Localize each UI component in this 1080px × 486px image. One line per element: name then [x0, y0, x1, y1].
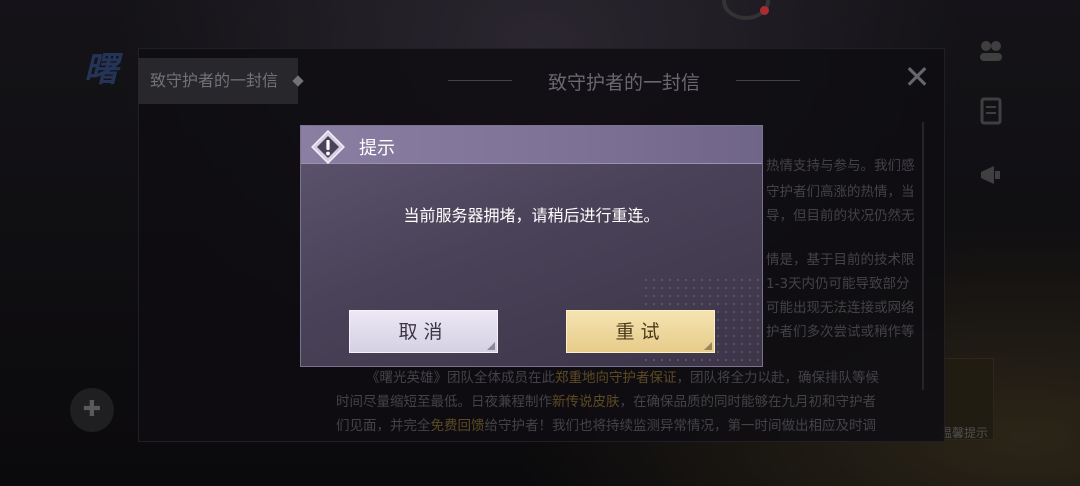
- warning-icon: [311, 130, 345, 164]
- retry-button[interactable]: 重试: [566, 310, 715, 353]
- dialog-message: 当前服务器拥堵，请稍后进行重连。: [403, 206, 660, 225]
- dialog-header: 提示: [301, 126, 762, 164]
- dialog-title: 提示: [359, 138, 395, 159]
- prompt-dialog: 提示 当前服务器拥堵，请稍后进行重连。 取消 重试: [300, 125, 763, 367]
- cancel-button[interactable]: 取消: [349, 310, 498, 353]
